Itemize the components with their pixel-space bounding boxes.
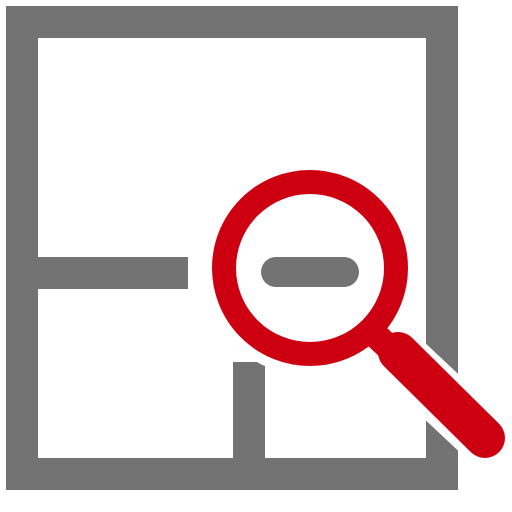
floor-plan-zoom-icon [0, 0, 512, 512]
floor-plan-zoom-svg [6, 6, 512, 490]
